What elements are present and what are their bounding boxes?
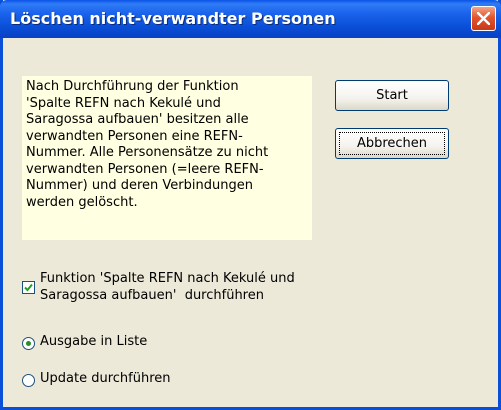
info-line: Nach Durchführung der Funktion	[26, 79, 239, 94]
window-title: Löschen nicht-verwandter Personen	[10, 9, 336, 28]
run-function-label-line: Funktion 'Spalte REFN nach Kekulé und	[40, 271, 295, 286]
checkmark-icon	[24, 283, 33, 292]
info-line: 'Spalte REFN nach Kekulé und	[26, 95, 221, 111]
start-button[interactable]: Start	[335, 80, 449, 111]
radio-output-list[interactable]	[22, 337, 35, 350]
close-button[interactable]	[471, 6, 496, 31]
info-line: verwandten Personen eine REFN-	[26, 128, 243, 144]
info-line: verwandten Personen (=leere REFN-	[26, 161, 264, 177]
info-line: Saragossa aufbauen' besitzen alle	[26, 112, 249, 127]
start-button-label: Start	[376, 88, 408, 103]
radio-output-list-label[interactable]: Ausgabe in Liste	[40, 334, 147, 349]
info-text-box: Nach Durchführung der Funktion 'Spalte R…	[22, 76, 312, 240]
cancel-button[interactable]: Abbrechen	[335, 128, 449, 159]
radio-update-label[interactable]: Update durchführen	[40, 371, 171, 386]
run-function-label-line: Saragossa aufbauen' durchführen	[40, 288, 264, 303]
info-line: Nummer. Alle Personensätze zu nicht	[26, 145, 269, 160]
info-line: Nummer) und deren Verbindungen	[26, 178, 253, 193]
run-function-checkbox[interactable]	[22, 281, 35, 294]
focus-rectangle	[339, 132, 445, 155]
info-line: werden gelöscht.	[26, 194, 138, 210]
radio-selected-dot	[26, 341, 31, 346]
close-icon	[477, 12, 490, 25]
title-bar[interactable]: Löschen nicht-verwandter Personen	[0, 0, 501, 38]
run-function-label[interactable]: Funktion 'Spalte REFN nach Kekulé und Sa…	[40, 270, 360, 304]
radio-update[interactable]	[22, 374, 35, 387]
